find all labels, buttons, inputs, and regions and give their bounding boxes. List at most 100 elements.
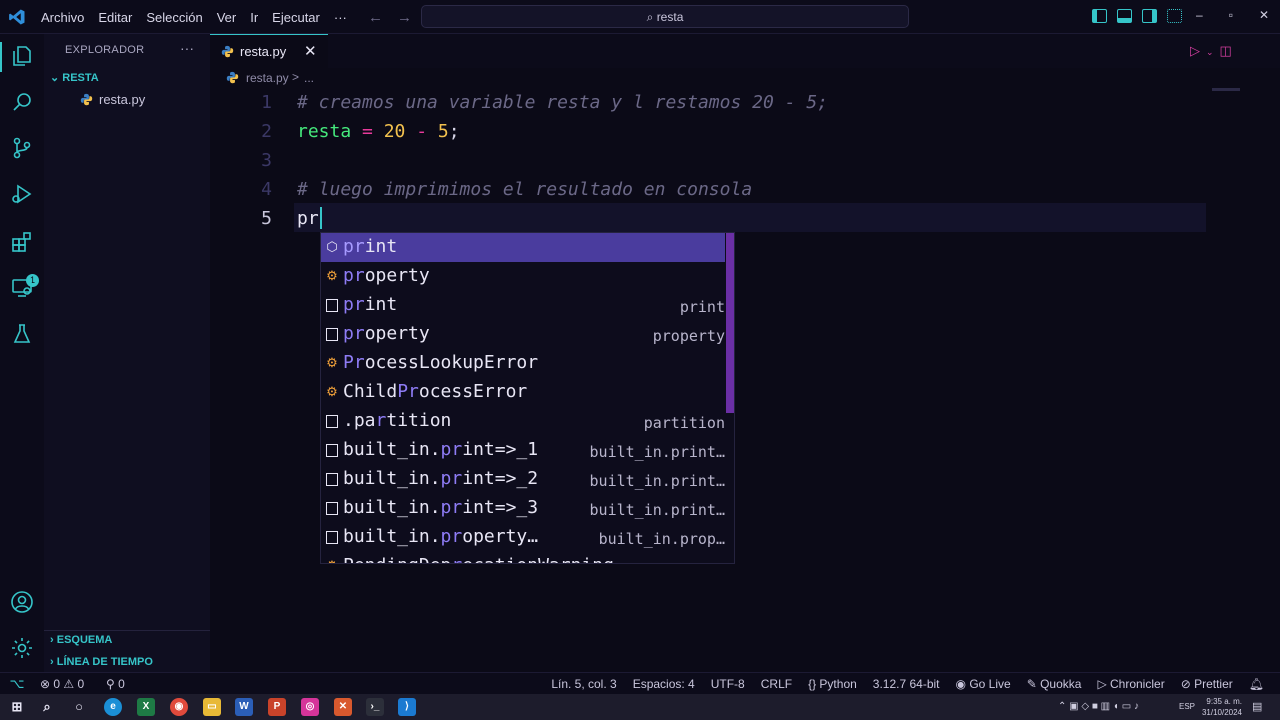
go-live-button[interactable]: ◉ Go Live <box>956 677 1011 691</box>
powerpoint-icon[interactable]: P <box>268 698 286 716</box>
suggestions-scrollbar[interactable] <box>726 233 734 413</box>
suggestion-label-rest: tition <box>386 410 452 431</box>
menu-ver[interactable]: Ver <box>210 10 244 25</box>
suggestion-item[interactable]: built_in.print=>_1 built_in.print… <box>321 436 725 465</box>
suggestion-item[interactable]: .partition partition <box>321 407 725 436</box>
search-text: resta <box>656 10 684 24</box>
menu-editar[interactable]: Editar <box>91 10 139 25</box>
instagram-icon[interactable]: ◎ <box>301 698 319 716</box>
prettier-button[interactable]: ⊘ Prettier <box>1181 677 1233 691</box>
sidebar-more-button[interactable]: ··· <box>180 40 194 56</box>
encoding[interactable]: UTF-8 <box>711 677 745 691</box>
remote-indicator-icon[interactable]: ⌥ <box>0 673 34 695</box>
suggestion-item[interactable]: built_in.print=>_3 built_in.print… <box>321 494 725 523</box>
line-number: 4 <box>261 179 272 200</box>
line-ending[interactable]: CRLF <box>761 677 792 691</box>
method-icon: ⬡ <box>326 239 338 254</box>
suggestion-label-rest: int=>_1 <box>462 439 539 460</box>
run-dropdown-icon[interactable]: ⌄ <box>1206 47 1220 57</box>
vscode-taskbar-icon[interactable]: ⟩ <box>398 698 416 716</box>
minimap[interactable] <box>1212 88 1240 91</box>
input-language[interactable]: ESP <box>1179 702 1195 711</box>
chrome-icon[interactable]: ◉ <box>170 698 188 716</box>
tab-resta-py[interactable]: resta.py ✕ <box>210 34 328 68</box>
python-file-icon <box>221 45 234 58</box>
testing-icon[interactable] <box>10 322 34 346</box>
python-interpreter[interactable]: 3.12.7 64-bit <box>873 677 940 691</box>
system-tray-icons[interactable]: ⌃ ▣ ◇ ■ ▥ ◖ ▭ ♪ <box>1058 701 1139 712</box>
problems-indicator[interactable]: ⊗ 0 ⚠ 0 <box>40 677 84 691</box>
run-python-icon[interactable]: ▷ <box>1190 43 1206 58</box>
file-explorer-icon[interactable]: ▭ <box>203 698 221 716</box>
customize-layout-icon[interactable] <box>1167 9 1182 23</box>
timeline-label: LÍNEA DE TIEMPO <box>56 656 153 668</box>
excel-icon[interactable]: X <box>137 698 155 716</box>
menu-archivo[interactable]: Archivo <box>34 10 91 25</box>
minimize-button[interactable]: – <box>1196 8 1203 22</box>
edge-browser-icon[interactable]: e <box>104 698 122 716</box>
terminal-icon[interactable]: ›_ <box>366 698 384 716</box>
command-center-search[interactable]: ⌕ resta <box>421 5 909 28</box>
run-debug-icon[interactable] <box>10 182 34 206</box>
split-editor-icon[interactable]: ◫ <box>1220 43 1238 58</box>
current-line-highlight <box>294 203 1206 232</box>
ports-indicator[interactable]: ⚲ 0 <box>106 677 125 691</box>
breadcrumb-symbols[interactable]: ... <box>304 71 314 85</box>
remote-explorer-icon[interactable] <box>10 276 34 300</box>
restore-button[interactable]: ▫ <box>1229 8 1233 22</box>
accounts-icon[interactable] <box>10 590 34 614</box>
timeline-section[interactable]: › LÍNEA DE TIEMPO <box>50 656 153 668</box>
suggestion-item[interactable]: ⬡ print <box>321 233 725 262</box>
toggle-secondary-sidebar-icon[interactable] <box>1142 9 1157 23</box>
quokka-button[interactable]: ✎ Quokka <box>1027 677 1082 691</box>
taskbar-search-icon[interactable]: ⌕ <box>38 698 56 716</box>
menu-more[interactable]: ··· <box>327 10 354 25</box>
snippet-icon <box>326 531 338 544</box>
menu-ejecutar[interactable]: Ejecutar <box>265 10 327 25</box>
notifications-bell-icon[interactable]: 🔔︎ <box>1249 677 1264 691</box>
toggle-panel-icon[interactable] <box>1117 9 1132 23</box>
title-bar: Archivo Editar Selección Ver Ir Ejecutar… <box>0 0 1280 34</box>
search-icon[interactable] <box>10 90 34 114</box>
suggestion-item[interactable]: property property <box>321 320 725 349</box>
xampp-icon[interactable]: ✕ <box>334 698 352 716</box>
extensions-icon[interactable] <box>10 230 34 254</box>
manage-gear-icon[interactable] <box>10 636 34 660</box>
snippet-icon <box>326 328 338 341</box>
back-arrow-icon[interactable]: ← <box>368 9 397 26</box>
suggestion-item[interactable]: ⚙ ChildProcessError <box>321 378 725 407</box>
menu-ir[interactable]: Ir <box>243 10 265 25</box>
menu-seleccion[interactable]: Selección <box>139 10 209 25</box>
explorer-icon[interactable] <box>10 44 34 68</box>
cursor-position[interactable]: Lín. 5, col. 3 <box>551 677 616 691</box>
status-right-items: Lín. 5, col. 3 Espacios: 4 UTF-8 CRLF {}… <box>551 677 1264 691</box>
suggestion-label-match: pr <box>440 468 463 489</box>
language-mode[interactable]: {} Python <box>808 677 857 691</box>
breadcrumb-file[interactable]: resta.py <box>246 71 289 85</box>
indentation[interactable]: Espacios: 4 <box>633 677 695 691</box>
chronicler-button[interactable]: ▷ Chronicler <box>1097 677 1164 691</box>
outline-label: ESQUEMA <box>56 634 113 646</box>
workspace-folder[interactable]: ⌄ RESTA <box>50 71 99 84</box>
source-control-icon[interactable] <box>10 136 34 160</box>
chevron-right-icon: › <box>50 656 57 668</box>
suggestion-item[interactable]: built_in.print=>_2 built_in.print… <box>321 465 725 494</box>
suggestion-item[interactable]: built_in.property… built_in.prop… <box>321 523 725 552</box>
suggestion-label: PendingDeprecationWarning <box>343 555 614 563</box>
suggestion-item[interactable]: ⚙ property <box>321 262 725 291</box>
suggestion-item[interactable]: ⚙ ProcessLookupError <box>321 349 725 378</box>
notification-center-icon[interactable]: ▤ <box>1252 700 1262 713</box>
file-item-resta[interactable]: resta.py <box>80 92 145 107</box>
outline-section[interactable]: › ESQUEMA <box>50 634 112 646</box>
chevron-right-icon: › <box>50 634 57 646</box>
close-window-button[interactable]: ✕ <box>1259 8 1269 22</box>
windows-start-icon[interactable]: ⊞ <box>8 698 26 716</box>
toggle-primary-sidebar-icon[interactable] <box>1092 9 1107 23</box>
class-icon: ⚙ <box>326 384 338 399</box>
word-icon[interactable]: W <box>235 698 253 716</box>
close-tab-icon[interactable]: ✕ <box>304 42 317 60</box>
suggestion-item[interactable]: print print <box>321 291 725 320</box>
suggestion-item[interactable]: ⚙PendingDeprecationWarning <box>321 552 725 563</box>
clock[interactable]: 9:35 a. m. 31/10/2024 <box>1200 696 1242 718</box>
task-view-icon[interactable]: ○ <box>70 698 88 716</box>
